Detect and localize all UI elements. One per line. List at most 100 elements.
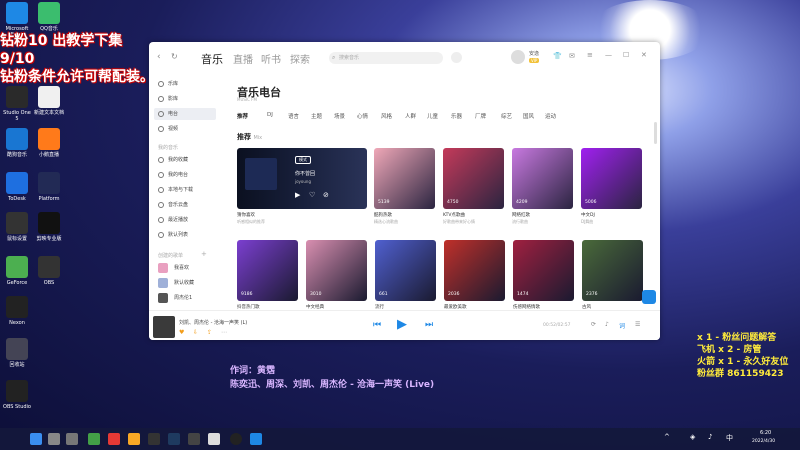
category-tab[interactable]: 乐器 xyxy=(451,112,462,120)
category-tab[interactable]: 儿童 xyxy=(427,112,438,120)
back-icon[interactable]: ‹ xyxy=(157,52,161,62)
sidebar-item-my-radio[interactable]: 我的电台 xyxy=(154,169,216,181)
radio-card[interactable]: 4750 xyxy=(443,148,504,209)
share-icon[interactable]: ⇪ xyxy=(207,329,212,336)
radio-card[interactable]: 4209 xyxy=(512,148,573,209)
desktop-icon[interactable]: QQ音乐 xyxy=(34,2,64,32)
category-tab[interactable]: 主题 xyxy=(311,112,322,120)
sidebar-item-recent[interactable]: 最近播放 xyxy=(154,214,216,226)
desktop-icon[interactable]: GeForce xyxy=(2,256,32,286)
steam-icon[interactable] xyxy=(168,433,180,445)
radio-card[interactable]: 661 xyxy=(375,240,436,301)
category-tab[interactable]: 综艺 xyxy=(501,112,512,120)
search-input[interactable]: ⌕ 搜索音乐 xyxy=(329,52,443,64)
float-button[interactable] xyxy=(642,290,656,304)
tab-audiobook[interactable]: 听书 xyxy=(261,51,281,66)
search-icon[interactable] xyxy=(48,433,60,445)
kugou-icon[interactable] xyxy=(250,433,262,445)
like-icon[interactable]: ♥ xyxy=(179,329,184,336)
now-playing-cover[interactable] xyxy=(153,316,175,338)
minimize-icon[interactable]: — xyxy=(605,51,612,59)
category-tab[interactable]: 风格 xyxy=(381,112,392,120)
category-tab[interactable]: 人群 xyxy=(405,112,416,120)
mode-badge[interactable]: 模式 xyxy=(295,156,311,164)
tab-live[interactable]: 直播 xyxy=(233,51,253,66)
prev-icon[interactable]: ⏮ xyxy=(373,320,381,330)
lyrics-icon[interactable]: 词 xyxy=(619,321,625,330)
user-name[interactable]: 安逸 xyxy=(529,50,539,57)
sidebar-item-cloud[interactable]: 音乐云盘 xyxy=(154,199,216,211)
desktop-icon[interactable]: Studio One 5 xyxy=(2,86,32,122)
taskbar-time[interactable]: 6:20 xyxy=(760,430,771,436)
radio-card[interactable]: 5139 xyxy=(374,148,435,209)
voice-search-icon[interactable] xyxy=(451,52,462,63)
radio-card[interactable]: 2376 xyxy=(582,240,643,301)
category-tab[interactable]: 场景 xyxy=(334,112,345,120)
sidebar-item-videos-lib[interactable]: 影库 xyxy=(154,93,216,105)
radio-card[interactable]: 2036 xyxy=(444,240,505,301)
maximize-icon[interactable]: ☐ xyxy=(623,51,629,59)
heart-icon[interactable]: ♡ xyxy=(309,191,315,199)
taskview-icon[interactable] xyxy=(66,433,78,445)
volume-icon[interactable]: ♪ xyxy=(605,321,609,328)
category-tab[interactable]: 语言 xyxy=(288,112,299,120)
message-icon[interactable]: ✉ xyxy=(569,52,575,60)
radio-card[interactable]: 1474 xyxy=(513,240,574,301)
play-icon[interactable]: ▶ xyxy=(295,191,300,199)
skin-icon[interactable]: 👕 xyxy=(553,52,562,60)
app-icon[interactable] xyxy=(208,433,220,445)
ime-icon[interactable]: 中 xyxy=(726,433,733,443)
sidebar-item-liked[interactable]: 我喜欢 xyxy=(154,262,216,274)
desktop-icon[interactable]: Platform xyxy=(34,172,64,202)
tab-music[interactable]: 音乐 xyxy=(201,51,223,67)
refresh-icon[interactable]: ↻ xyxy=(171,52,178,61)
obs-icon[interactable] xyxy=(230,433,242,445)
folder-icon[interactable] xyxy=(128,433,140,445)
radio-card[interactable]: 9186 xyxy=(237,240,298,301)
desktop-icon[interactable]: 鼠标设置 xyxy=(2,212,32,242)
loop-icon[interactable]: ⟳ xyxy=(591,321,596,328)
tray-arrow-icon[interactable]: ^ xyxy=(664,433,670,441)
next-icon[interactable]: ⏭ xyxy=(425,320,433,330)
play-pause-icon[interactable]: ▶ xyxy=(397,317,407,332)
desktop-icon[interactable]: 新建文本文档 xyxy=(34,86,64,116)
sidebar-item-default-list[interactable]: 默认列表 xyxy=(154,229,216,241)
app-icon[interactable] xyxy=(108,433,120,445)
desktop-icon[interactable]: OBS xyxy=(34,256,64,286)
app-icon[interactable] xyxy=(188,433,200,445)
download-icon[interactable]: ⇩ xyxy=(193,329,198,336)
desktop-icon[interactable]: 酷狗音乐 xyxy=(2,128,32,158)
desktop-icon[interactable]: Nexon xyxy=(2,296,32,326)
category-tab[interactable]: 国风 xyxy=(523,112,534,120)
desktop-icon[interactable]: 剪映专业版 xyxy=(34,212,64,242)
desktop-icon[interactable]: 回收站 xyxy=(2,338,32,368)
menu-icon[interactable]: ≡ xyxy=(587,51,593,59)
desktop-icon[interactable]: 小鹅直播 xyxy=(34,128,64,158)
more-icon[interactable]: ⋯ xyxy=(221,329,227,336)
tab-explore[interactable]: 探索 xyxy=(290,51,310,66)
dislike-icon[interactable]: ⊘ xyxy=(323,191,329,199)
featured-radio-card[interactable]: 模式 你不曾回 joyoung ▶ ♡ ⊘ xyxy=(237,148,367,209)
sidebar-item-local[interactable]: 本地与下载 xyxy=(154,184,216,196)
sidebar-item-favorites[interactable]: 我的收藏 xyxy=(154,154,216,166)
app-icon[interactable] xyxy=(148,433,160,445)
taskbar-date[interactable]: 2022/4/30 xyxy=(752,439,775,444)
desktop-icon[interactable]: ToDesk xyxy=(2,172,32,202)
category-tab[interactable]: 运动 xyxy=(545,112,556,120)
app-icon[interactable] xyxy=(88,433,100,445)
playlist-icon[interactable]: ☰ xyxy=(635,321,640,328)
network-icon[interactable]: ◈ xyxy=(690,433,695,441)
add-playlist-icon[interactable]: + xyxy=(201,250,207,258)
avatar[interactable] xyxy=(511,50,525,64)
scrollbar[interactable] xyxy=(654,122,657,144)
desktop-icon[interactable]: OBS Studio xyxy=(2,380,32,410)
sidebar-item-video[interactable]: 视频 xyxy=(154,123,216,135)
sidebar-item-default-fav[interactable]: 默认收藏 xyxy=(154,277,216,289)
sidebar-item-radio[interactable]: 电台 xyxy=(154,108,216,120)
category-tab[interactable]: 推荐 xyxy=(237,112,248,120)
volume-icon[interactable]: ♪ xyxy=(708,433,712,441)
start-icon[interactable] xyxy=(30,433,42,445)
sidebar-item-library[interactable]: 乐库 xyxy=(154,78,216,90)
category-tab[interactable]: 心情 xyxy=(357,112,368,120)
sidebar-item-jay[interactable]: 周杰伦1 xyxy=(154,292,216,304)
